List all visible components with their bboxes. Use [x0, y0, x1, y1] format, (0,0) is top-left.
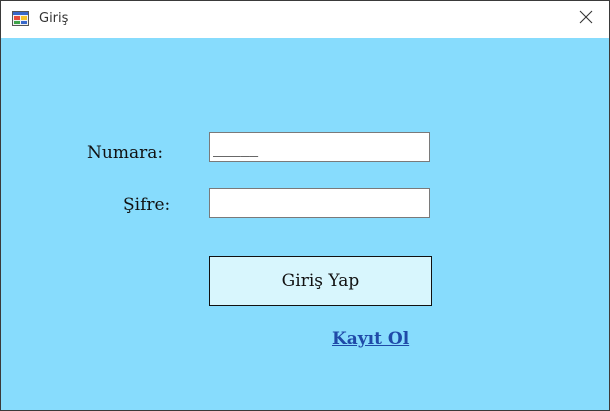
- password-label: Şifre:: [123, 195, 171, 215]
- title-bar: Giriş: [1, 1, 609, 38]
- login-button[interactable]: Giriş Yap: [209, 256, 432, 306]
- register-link[interactable]: Kayıt Ol: [332, 328, 409, 350]
- window-title: Giriş: [39, 11, 69, 26]
- close-icon: [579, 10, 593, 29]
- login-window: Giriş Numara: _____ Şifre: Giriş Yap Kay…: [0, 0, 610, 411]
- winforms-app-icon: [12, 11, 29, 26]
- password-input[interactable]: [209, 188, 430, 218]
- close-button[interactable]: [563, 1, 609, 38]
- login-button-label: Giriş Yap: [281, 271, 360, 291]
- number-input[interactable]: [209, 132, 430, 162]
- number-label: Numara:: [87, 143, 164, 163]
